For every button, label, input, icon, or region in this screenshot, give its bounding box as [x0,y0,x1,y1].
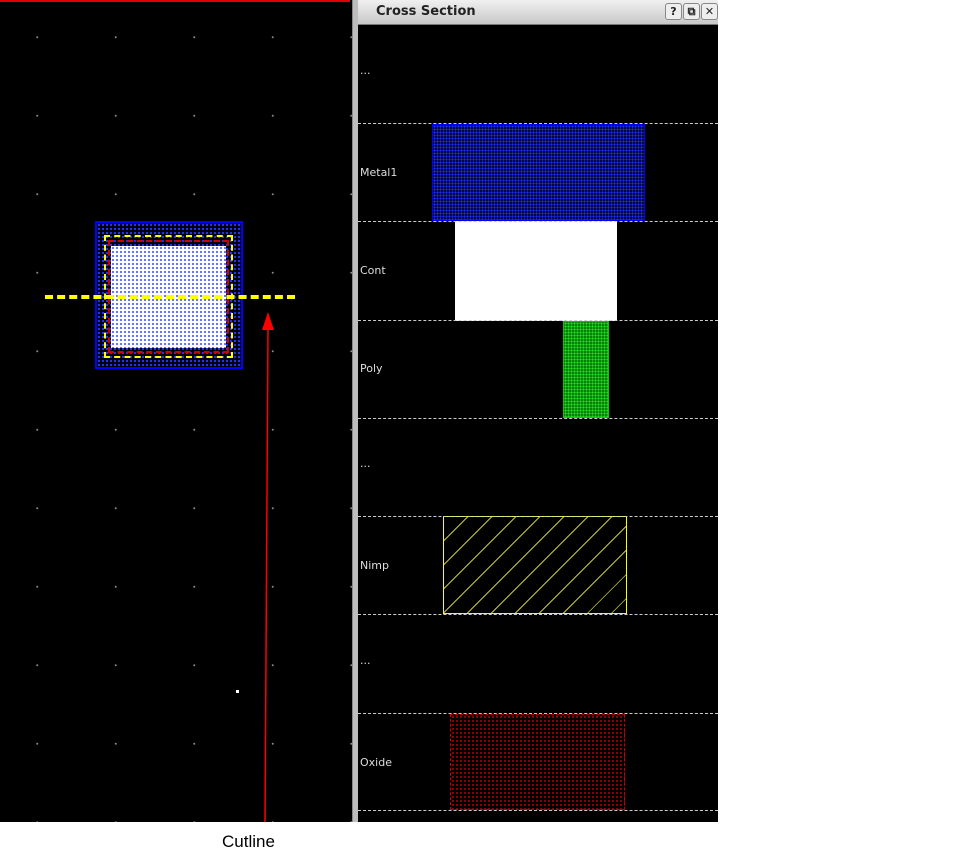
row-divider [358,810,718,811]
float-button[interactable]: ⧉ [683,3,700,20]
help-button[interactable]: ? [665,3,682,20]
row-label-poly: Poly [360,362,383,375]
cont-section[interactable] [455,221,617,321]
row-label-nimp: Nimp [360,559,389,572]
row-divider [358,320,718,321]
nimp-section[interactable] [443,516,627,614]
row-label: ... [360,64,371,77]
poly-section[interactable] [563,321,609,418]
row-label-cont: Cont [360,264,386,277]
row-divider [358,713,718,714]
panel-title: Cross Section [376,4,476,19]
row-divider [358,418,718,419]
close-button[interactable]: ✕ [701,3,718,20]
row-divider [358,123,718,124]
oxide-section[interactable] [450,714,625,810]
cross-section-panel: Cross Section ? ⧉ ✕ ... Metal1 Cont Poly… [358,0,718,822]
panel-titlebar[interactable]: Cross Section ? ⧉ ✕ [358,0,718,25]
row-divider [358,614,718,615]
row-divider [358,516,718,517]
metal1-section[interactable] [432,124,645,221]
row-label: ... [360,457,371,470]
cutline-annotation: Cutline [222,832,275,851]
row-label: ... [360,654,371,667]
row-divider [358,221,718,222]
row-label-oxide: Oxide [360,756,392,769]
row-label-metal1: Metal1 [360,166,398,179]
arrow-head [262,312,274,330]
arrow-shaft [264,327,269,823]
